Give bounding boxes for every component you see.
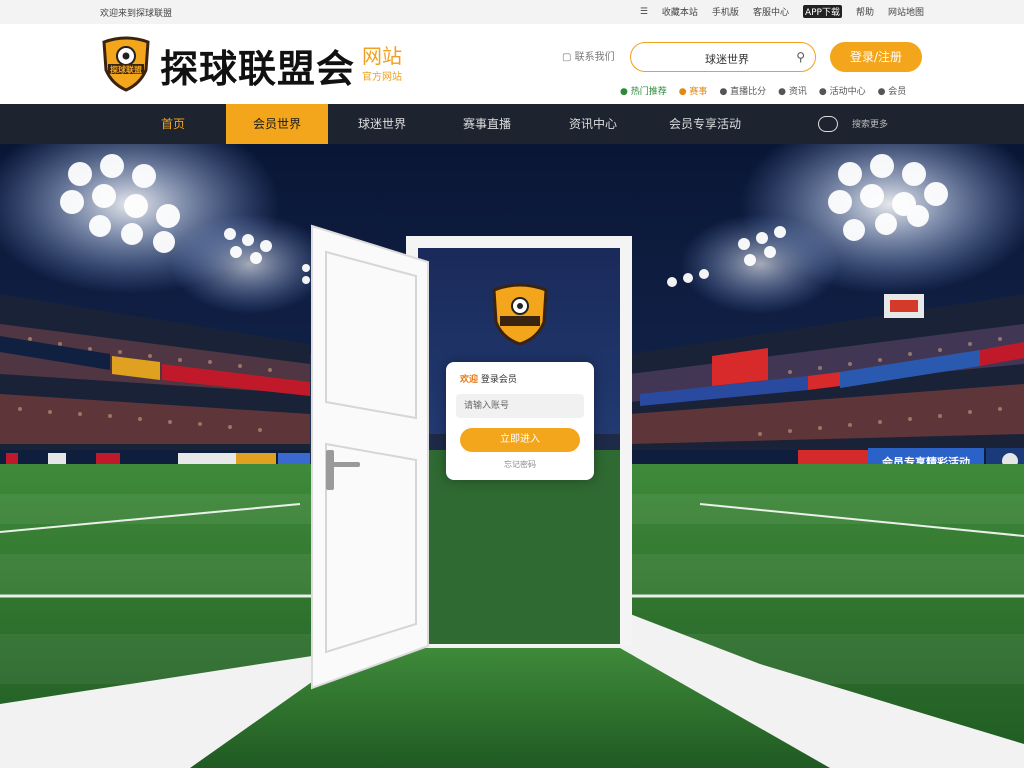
search-input[interactable]: 球迷世界 [705,51,749,67]
top-link-mobile[interactable]: 手机版 [712,5,739,18]
nav-item-live[interactable]: 赛事直播 [436,104,538,144]
top-link-app[interactable]: APP下载 [802,5,842,18]
logo-text: 探球联盟 [110,65,142,75]
brand-subtitle: 网站 [362,44,402,68]
forgot-password-link[interactable]: 忘记密码 [446,459,594,470]
hot-link[interactable]: ● 直播比分 [719,84,766,97]
nav-item-home[interactable]: 首页 [130,104,216,144]
login-register-button[interactable]: 登录/注册 [830,42,922,72]
hot-link[interactable]: ● 会员 [878,84,907,97]
contact-link[interactable]: ▢ 联系我们 [562,48,615,63]
nav-item-member-events[interactable]: 会员专享活动 [646,104,764,144]
site-header: 探球联盟 探球联盟会 网站 官方网站 ▢ 联系我们 球迷世界 ⚲ 登录/注册 ●… [0,24,1024,104]
hot-links: ● 热门推荐 ● 赛事 ● 直播比分 ● 资讯 ● 活动中心 ● 会员 [620,84,906,97]
top-links: ☰ 收藏本站 手机版 客服中心 APP下载 帮助 网站地图 [640,5,924,18]
login-panel-title: 欢迎 登录会员 [460,372,517,385]
top-link-sitemap[interactable]: 网站地图 [888,5,924,18]
top-bar: 欢迎来到探球联盟 ☰ 收藏本站 手机版 客服中心 APP下载 帮助 网站地图 [0,0,1024,24]
login-panel: 欢迎 登录会员 请输入账号 立即进入 忘记密码 [446,362,594,480]
top-link-help[interactable]: 帮助 [856,5,874,18]
account-input[interactable]: 请输入账号 [456,394,584,418]
hot-link[interactable]: ● 热门推荐 [620,84,667,97]
nav-item-member-world[interactable]: 会员世界 [226,104,328,144]
hot-link[interactable]: ● 活动中心 [819,84,866,97]
hot-link[interactable]: ● 赛事 [679,84,708,97]
nav-item-news[interactable]: 资讯中心 [548,104,638,144]
search-icon[interactable]: ⚲ [796,50,805,64]
brand-title[interactable]: 探球联盟会 [160,38,355,93]
welcome-text: 欢迎来到探球联盟 [100,9,173,19]
nav-search-icon[interactable] [818,116,838,132]
nav-search-more[interactable]: 搜索更多 [852,117,888,130]
login-title-text: 登录会员 [480,375,517,385]
hot-link[interactable]: ● 资讯 [778,84,807,97]
hero-stadium: 会员专享精彩活动 欢迎 登录会员 请输入账号 立即进入 忘记密码 [0,144,1024,768]
enter-button[interactable]: 立即进入 [460,428,580,452]
top-link-favorite[interactable]: 收藏本站 [662,5,698,18]
menu-icon[interactable]: ☰ [640,7,648,17]
main-nav: 首页 会员世界 球迷世界 赛事直播 资讯中心 会员专享活动 搜索更多 [0,104,1024,144]
top-link-service[interactable]: 客服中心 [753,5,789,18]
logo-icon[interactable]: 探球联盟 [100,36,152,92]
nav-item-fan-world[interactable]: 球迷世界 [336,104,428,144]
search-box[interactable]: 球迷世界 ⚲ [630,42,816,72]
login-title-prefix: 欢迎 [460,375,479,385]
brand-tag: 官方网站 [362,72,402,83]
